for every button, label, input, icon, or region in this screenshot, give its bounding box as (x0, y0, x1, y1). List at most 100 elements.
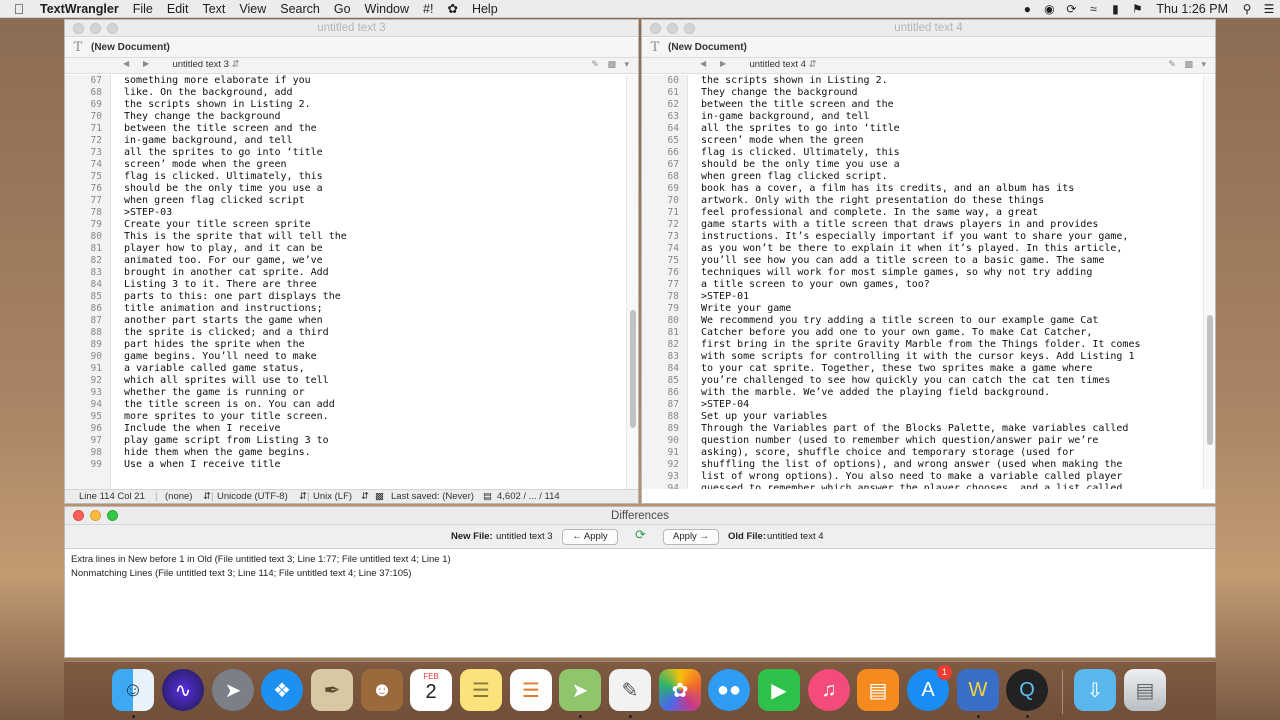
forward-arrow-icon[interactable]: ▶ (143, 59, 149, 68)
vertical-scrollbar[interactable] (1203, 75, 1215, 489)
textwrangler-icon[interactable]: W (957, 669, 999, 711)
language-popup[interactable]: (none) (165, 491, 192, 502)
messages-icon[interactable]: ●● (708, 669, 750, 711)
back-arrow-icon[interactable]: ◀ (123, 59, 129, 68)
reminders-icon[interactable]: ☰ (510, 669, 552, 711)
battery-icon[interactable]: ▮ (1104, 2, 1126, 16)
safari-icon[interactable]: ❖ (261, 669, 303, 711)
text-line: book has a cover, a film has its credits… (701, 183, 1075, 194)
automator-script-icon[interactable]: ✿ (440, 1, 464, 16)
menu-scripts[interactable]: #! (416, 2, 440, 16)
document-tab[interactable]: untitled text 4 ⇵ (728, 59, 838, 70)
calendar-icon[interactable]: FEB 2 (410, 669, 452, 711)
text-area[interactable]: the scripts shown in Listing 2. They chan… (699, 75, 1203, 489)
encoding-popup[interactable]: Unicode (UTF-8) (217, 491, 288, 502)
facetime-icon[interactable]: ▶ (758, 669, 800, 711)
record-stop-icon[interactable]: ● (1016, 2, 1038, 16)
text-area[interactable]: something more elaborate if you like. On … (122, 75, 626, 489)
toolbar-tools-icon[interactable]: ✎ ▩ ▾ (1168, 59, 1209, 70)
apply-left-button[interactable]: ← Apply (562, 529, 618, 545)
document-info-icon[interactable]: ▤ (483, 491, 492, 502)
line-number: 92 (667, 459, 679, 470)
status-bar: Line 114 Col 21 | (none) ⇵ | Unicode (UT… (65, 489, 638, 503)
text-line: Catcher before you add one to your own g… (701, 327, 1093, 338)
menu-text[interactable]: Text (195, 2, 232, 16)
trash-icon[interactable]: ▤ (1124, 669, 1166, 711)
lock-icon[interactable]: ▩ (375, 491, 384, 502)
chevron-updown-icon: ⇵ (361, 491, 369, 502)
calendar-day: 2 (425, 681, 437, 703)
line-number: 67 (667, 159, 679, 170)
text-line: hide them when the game begins. (124, 447, 311, 458)
line-number: 70 (90, 111, 102, 122)
menu-go[interactable]: Go (327, 2, 358, 16)
finder-icon[interactable]: ☺ (112, 669, 154, 711)
itunes-icon[interactable]: ♫ (808, 669, 850, 711)
downloads-folder-icon[interactable]: ⇩ (1074, 669, 1116, 711)
apply-right-button[interactable]: Apply → (663, 529, 719, 545)
line-number: 80 (667, 315, 679, 326)
line-number: 66 (667, 147, 679, 158)
refresh-icon[interactable]: ⟳ (635, 527, 646, 543)
line-endings-popup[interactable]: Unix (LF) (313, 491, 352, 502)
mail-stamp-icon[interactable]: ✒ (311, 669, 353, 711)
menu-file[interactable]: File (126, 2, 160, 16)
apple-icon[interactable]:  (0, 1, 38, 17)
textedit-icon[interactable]: ✎ (609, 669, 651, 711)
contacts-icon[interactable]: ☻ (361, 669, 403, 711)
menu-clock[interactable]: Thu 1:26 PM (1148, 2, 1236, 16)
line-number: 60 (667, 75, 679, 86)
toolbar-tools-icon[interactable]: ✎ ▩ ▾ (591, 59, 632, 70)
text-document-icon: T (650, 40, 660, 55)
line-number: 64 (667, 123, 679, 134)
photos-icon[interactable]: ✿ (659, 669, 701, 711)
list-item[interactable]: Extra lines in New before 1 in Old (File… (71, 553, 1209, 567)
calendar-month: FEB (423, 672, 439, 681)
text-line: all the sprites to go into ‘title (124, 147, 323, 158)
menu-app[interactable]: TextWrangler (38, 2, 126, 16)
spotlight-search-icon[interactable]: ⚲ (1236, 2, 1258, 16)
time-machine-icon[interactable]: ⟳ (1060, 2, 1082, 16)
text-line: flag is clicked. Ultimately, this (701, 147, 900, 158)
wifi-icon[interactable]: ≈ (1082, 2, 1104, 16)
ibooks-icon[interactable]: ▤ (857, 669, 899, 711)
maps-icon[interactable]: ➤ (559, 669, 601, 711)
flag-icon[interactable]: ⚑ (1126, 2, 1148, 16)
menu-window[interactable]: Window (358, 2, 416, 16)
vertical-scrollbar[interactable] (626, 75, 638, 489)
line-number: 92 (90, 375, 102, 386)
line-number: 73 (90, 147, 102, 158)
line-number: 69 (90, 99, 102, 110)
menu-help[interactable]: Help (465, 2, 505, 16)
line-number: 83 (90, 267, 102, 278)
forward-arrow-icon[interactable]: ▶ (720, 59, 726, 68)
line-number: 75 (667, 255, 679, 266)
document-tab[interactable]: untitled text 3 ⇵ (151, 59, 261, 70)
menu-search[interactable]: Search (273, 2, 327, 16)
line-number: 94 (90, 399, 102, 410)
text-line: parts to this: one part displays the (124, 291, 341, 302)
scrollbar-thumb[interactable] (630, 310, 636, 428)
window-titlebar[interactable]: Differences (65, 507, 1215, 525)
launchpad-icon[interactable]: ➤ (212, 669, 254, 711)
notes-icon[interactable]: ☰ (460, 669, 502, 711)
text-line: question number (used to remember which … (701, 435, 1099, 446)
line-number: 88 (90, 327, 102, 338)
siri-icon[interactable]: ∿ (162, 669, 204, 711)
notification-center-icon[interactable]: ☰ (1258, 2, 1280, 16)
line-number: 72 (90, 135, 102, 146)
line-number: 86 (90, 303, 102, 314)
quicktime-icon[interactable]: Q (1006, 669, 1048, 711)
cursor-position[interactable]: Line 114 Col 21 (79, 491, 145, 502)
menu-view[interactable]: View (232, 2, 273, 16)
menu-edit[interactable]: Edit (160, 2, 196, 16)
window-titlebar[interactable]: untitled text 4 (642, 20, 1215, 37)
differences-list[interactable]: Extra lines in New before 1 in Old (File… (65, 549, 1215, 657)
text-line: Include the when I receive (124, 423, 281, 434)
app-store-icon[interactable]: A 1 (907, 665, 952, 711)
list-item[interactable]: Nonmatching Lines (File untitled text 3;… (71, 567, 1209, 581)
screen-sharing-icon[interactable]: ◉ (1038, 2, 1060, 16)
window-titlebar[interactable]: untitled text 3 (65, 20, 638, 37)
scrollbar-thumb[interactable] (1207, 315, 1213, 445)
back-arrow-icon[interactable]: ◀ (700, 59, 706, 68)
